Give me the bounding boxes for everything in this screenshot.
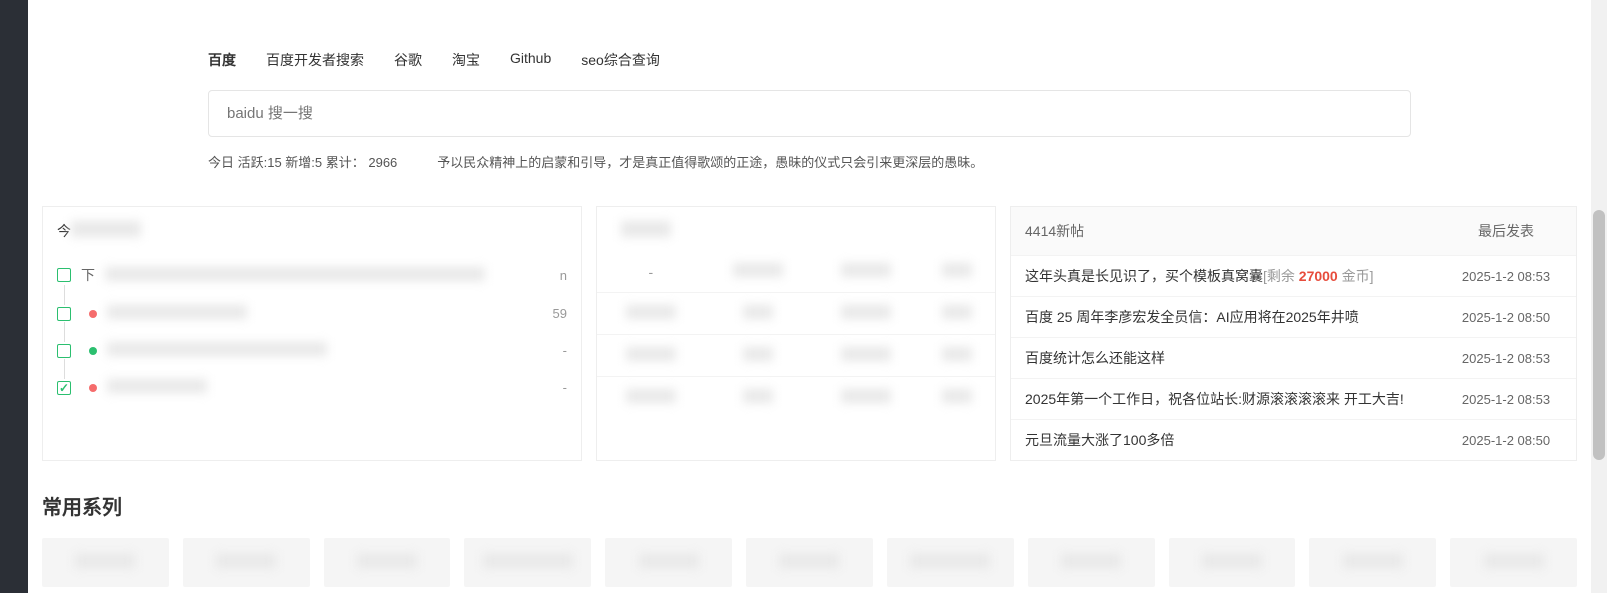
site-chip[interactable] bbox=[1169, 538, 1296, 587]
forum-post-time: 2025-1-2 08:50 bbox=[1436, 297, 1576, 338]
panel-forum: 4414新帖 最后发表 这年头真是长见识了，买个模板真窝囊[剩余 27000 金… bbox=[1010, 206, 1577, 461]
list-right: - bbox=[547, 343, 567, 358]
status-dot-green bbox=[89, 347, 97, 355]
checkbox[interactable] bbox=[57, 307, 71, 321]
checkbox[interactable] bbox=[57, 344, 71, 358]
tab-github[interactable]: Github bbox=[510, 50, 551, 70]
tab-taobao[interactable]: 淘宝 bbox=[452, 50, 480, 70]
forum-post-time: 2025-1-2 08:50 bbox=[1436, 420, 1576, 461]
panel-left-header-prefix: 今 bbox=[57, 221, 71, 241]
table-row bbox=[597, 335, 995, 377]
search-box[interactable] bbox=[208, 90, 1411, 137]
table-row: - bbox=[597, 251, 995, 293]
forum-header-title: 4414新帖 bbox=[1011, 207, 1436, 256]
site-chip[interactable] bbox=[746, 538, 873, 587]
stats-row: 今日 活跃:15 新增:5 累计： 2966 予以民众精神上的启蒙和引导，才是真… bbox=[28, 152, 1591, 171]
tab-baidu-dev[interactable]: 百度开发者搜索 bbox=[266, 50, 364, 70]
tab-baidu[interactable]: 百度 bbox=[208, 50, 236, 70]
search-input[interactable] bbox=[227, 105, 1392, 122]
stats-text: 今日 活跃:15 新增:5 累计： 2966 bbox=[208, 152, 397, 171]
list-item[interactable]: 59 bbox=[43, 295, 581, 332]
panel-middle: - bbox=[596, 206, 996, 461]
table-row[interactable]: 百度统计怎么还能这样 2025-1-2 08:53 bbox=[1011, 338, 1576, 379]
table-row[interactable]: 这年头真是长见识了，买个模板真窝囊[剩余 27000 金币] 2025-1-2 … bbox=[1011, 256, 1576, 297]
panel-left: 今 下 n 59 - bbox=[42, 206, 582, 461]
scrollbar-thumb[interactable] bbox=[1593, 210, 1605, 460]
site-chip[interactable] bbox=[183, 538, 310, 587]
site-chip[interactable] bbox=[1450, 538, 1577, 587]
table-row bbox=[597, 377, 995, 419]
forum-post-time: 2025-1-2 08:53 bbox=[1436, 256, 1576, 297]
forum-post-title[interactable]: 百度 25 周年李彦宏发全员信：AI应用将在2025年井喷 bbox=[1025, 309, 1359, 325]
list-item[interactable]: 下 n bbox=[43, 255, 581, 295]
quote-text: 予以民众精神上的启蒙和引导，才是真正值得歌颂的正途，愚昧的仪式只会引来更深层的愚… bbox=[437, 152, 983, 171]
sidebar-edge bbox=[0, 0, 28, 593]
forum-post-time: 2025-1-2 08:53 bbox=[1436, 338, 1576, 379]
site-chip[interactable] bbox=[464, 538, 591, 587]
tab-seo[interactable]: seo综合查询 bbox=[581, 50, 660, 70]
site-chip[interactable] bbox=[1309, 538, 1436, 587]
checkbox-checked[interactable] bbox=[57, 381, 71, 395]
site-chip[interactable] bbox=[887, 538, 1014, 587]
table-row bbox=[597, 293, 995, 335]
panel-mid-header-blurred bbox=[621, 221, 671, 237]
search-engine-tabs: 百度 百度开发者搜索 谷歌 淘宝 Github seo综合查询 bbox=[28, 0, 1591, 90]
list-right: 59 bbox=[547, 306, 567, 321]
list-item[interactable]: - bbox=[43, 332, 581, 369]
list-right: - bbox=[547, 380, 567, 395]
site-chip[interactable] bbox=[605, 538, 732, 587]
site-chip[interactable] bbox=[42, 538, 169, 587]
table-row[interactable]: 元旦流量大涨了100多倍 2025-1-2 08:50 bbox=[1011, 420, 1576, 461]
forum-table: 4414新帖 最后发表 这年头真是长见识了，买个模板真窝囊[剩余 27000 金… bbox=[1011, 207, 1576, 460]
forum-post-time: 2025-1-2 08:53 bbox=[1436, 379, 1576, 420]
table-row[interactable]: 百度 25 周年李彦宏发全员信：AI应用将在2025年井喷 2025-1-2 0… bbox=[1011, 297, 1576, 338]
checkbox[interactable] bbox=[57, 268, 71, 282]
status-dot-red bbox=[89, 384, 97, 392]
tab-google[interactable]: 谷歌 bbox=[394, 50, 422, 70]
site-chip[interactable] bbox=[1028, 538, 1155, 587]
mid-table: - bbox=[597, 251, 995, 418]
forum-post-title[interactable]: 百度统计怎么还能这样 bbox=[1025, 350, 1165, 366]
forum-post-title[interactable]: 2025年第一个工作日，祝各位站长:财源滚滚滚滚来 开工大吉! bbox=[1025, 391, 1404, 407]
list-item[interactable]: - bbox=[43, 369, 581, 406]
table-row[interactable]: 2025年第一个工作日，祝各位站长:财源滚滚滚滚来 开工大吉! 2025-1-2… bbox=[1011, 379, 1576, 420]
section-title-common: 常用系列 bbox=[28, 461, 1591, 538]
panel-left-header-blurred bbox=[71, 221, 141, 237]
site-chip[interactable] bbox=[324, 538, 451, 587]
sites-row bbox=[28, 538, 1591, 587]
list-right: n bbox=[547, 268, 567, 283]
forum-header-time: 最后发表 bbox=[1436, 207, 1576, 256]
status-dot-red bbox=[89, 310, 97, 318]
scrollbar-track[interactable] bbox=[1591, 0, 1607, 593]
forum-post-title[interactable]: 元旦流量大涨了100多倍 bbox=[1025, 432, 1174, 448]
forum-post-title[interactable]: 这年头真是长见识了，买个模板真窝囊 bbox=[1025, 268, 1263, 284]
